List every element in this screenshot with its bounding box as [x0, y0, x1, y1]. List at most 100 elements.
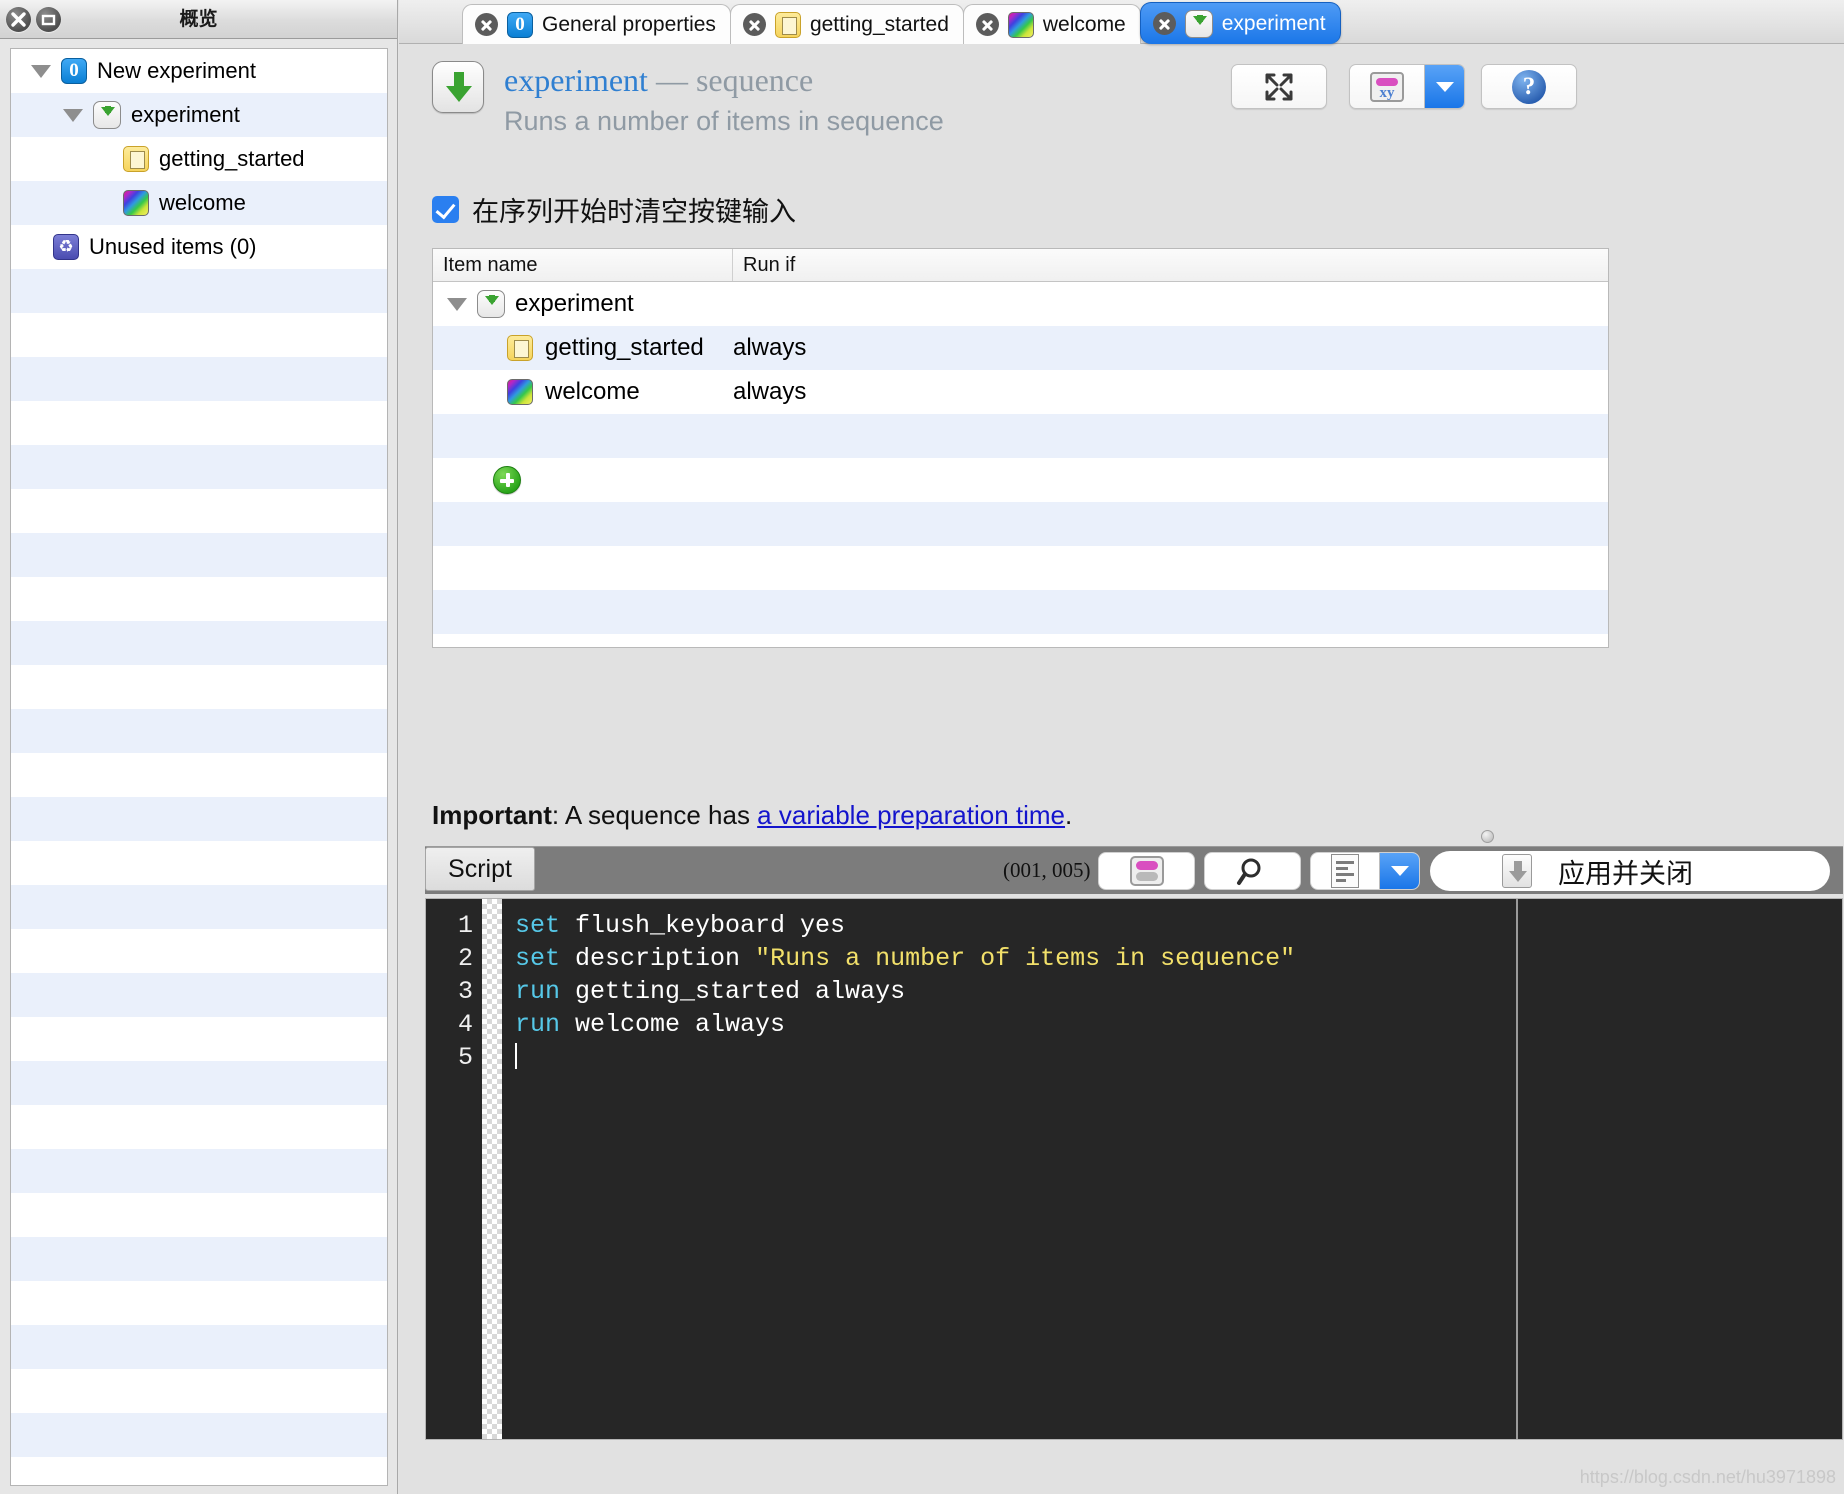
row-run-if: always: [733, 334, 1608, 362]
table-empty-row: [433, 414, 1608, 458]
items-table[interactable]: Item name Run if experiment getting_star…: [432, 248, 1609, 648]
close-icon[interactable]: [976, 13, 999, 36]
add-item-icon[interactable]: [493, 466, 521, 494]
tab-label: welcome: [1043, 13, 1126, 37]
tree-item-unused-items[interactable]: Unused items (0): [11, 225, 387, 269]
code-line: [515, 1041, 1842, 1074]
important-note: Important: A sequence has a variable pre…: [432, 800, 1072, 831]
tab-general-properties[interactable]: 0 General properties: [462, 4, 731, 44]
page-subtitle: Runs a number of items in sequence: [504, 106, 944, 137]
watermark: https://blog.csdn.net/hu3971898: [1580, 1467, 1836, 1488]
tree-item-getting-started[interactable]: getting_started: [11, 137, 387, 181]
important-text: : A sequence has: [552, 800, 757, 830]
row-name: getting_started: [545, 334, 704, 362]
close-icon[interactable]: [6, 7, 31, 32]
table-empty-row: [433, 502, 1608, 546]
tree-item-label: experiment: [131, 102, 240, 128]
page-title: experiment — sequence: [504, 62, 813, 99]
overview-tree[interactable]: 0 New experiment experiment getting_star…: [10, 48, 388, 1486]
tree-empty-row: [11, 1149, 387, 1193]
search-icon: [1235, 853, 1271, 889]
tab-bar: 0 General properties getting_started wel…: [399, 0, 1844, 44]
experiment-icon: 0: [61, 58, 87, 84]
code-line: set flush_keyboard yes: [515, 909, 1842, 942]
tree-empty-row: [11, 753, 387, 797]
tab-script[interactable]: Script: [425, 847, 535, 891]
column-header-item-name[interactable]: Item name: [433, 249, 733, 281]
important-label: Important: [432, 800, 552, 830]
variable-inspector-button[interactable]: xy: [1349, 64, 1465, 109]
tree-item-new-experiment[interactable]: 0 New experiment: [11, 49, 387, 93]
column-header-run-if[interactable]: Run if: [733, 249, 1608, 281]
cursor-coordinates: (001, 005): [1003, 858, 1091, 883]
code-line: set description "Runs a number of items …: [515, 942, 1842, 975]
flush-keyboard-label: 在序列开始时清空按键输入: [472, 190, 796, 229]
tree-empty-row: [11, 1281, 387, 1325]
tab-experiment[interactable]: experiment: [1140, 2, 1341, 44]
search-button[interactable]: [1204, 852, 1301, 890]
table-empty-row: [433, 546, 1608, 590]
tree-empty-row: [11, 1193, 387, 1237]
variable-inspector-icon: xy: [1350, 65, 1424, 108]
fullscreen-button[interactable]: [1231, 64, 1327, 109]
main-area: 0 General properties getting_started wel…: [399, 0, 1844, 1494]
tree-empty-row: [11, 797, 387, 841]
document-menu-icon: [1311, 853, 1379, 889]
text-caret: [515, 1043, 517, 1069]
fold-margin[interactable]: [482, 899, 502, 1439]
rainbow-icon: [1008, 12, 1034, 38]
tree-empty-row: [11, 445, 387, 489]
word-wrap-icon: [1130, 856, 1164, 886]
flush-keyboard-checkbox[interactable]: [432, 196, 459, 223]
line-number: 1: [426, 909, 473, 942]
table-row[interactable]: welcome always: [433, 370, 1608, 414]
apply-and-close-icon: [1502, 854, 1532, 888]
tree-empty-row: [11, 1237, 387, 1281]
tab-getting-started[interactable]: getting_started: [730, 4, 964, 44]
tree-item-label: New experiment: [97, 58, 256, 84]
close-icon[interactable]: [475, 13, 498, 36]
sequence-icon: [93, 101, 121, 129]
line-number: 4: [426, 1008, 473, 1041]
tree-empty-row: [11, 1017, 387, 1061]
fullscreen-icon: [1262, 70, 1296, 104]
chevron-down-icon[interactable]: [31, 65, 51, 78]
code-content[interactable]: set flush_keyboard yesset description "R…: [502, 909, 1842, 1439]
flush-keyboard-row[interactable]: 在序列开始时清空按键输入: [399, 190, 1844, 229]
tab-welcome[interactable]: welcome: [963, 4, 1141, 44]
experiment-icon: 0: [507, 12, 533, 38]
tree-empty-row: [11, 1413, 387, 1457]
add-item-row[interactable]: [433, 458, 1608, 502]
tree-empty-row: [11, 621, 387, 665]
trash-icon: [53, 234, 79, 260]
rainbow-icon: [123, 190, 149, 216]
close-icon[interactable]: [743, 13, 766, 36]
tree-empty-row: [11, 841, 387, 885]
line-number: 2: [426, 942, 473, 975]
undock-icon[interactable]: [36, 7, 61, 32]
chevron-down-icon[interactable]: [63, 109, 83, 122]
editor-menu-button[interactable]: [1310, 852, 1420, 890]
line-number: 5: [426, 1041, 473, 1074]
close-icon[interactable]: [1153, 12, 1176, 35]
word-wrap-button[interactable]: [1098, 852, 1195, 890]
chevron-down-icon[interactable]: [447, 298, 467, 311]
tree-item-experiment[interactable]: experiment: [11, 93, 387, 137]
tree-empty-row: [11, 1105, 387, 1149]
splitter-grip[interactable]: [1481, 830, 1494, 843]
table-row[interactable]: getting_started always: [433, 326, 1608, 370]
tree-item-label: Unused items (0): [89, 234, 257, 260]
tree-empty-row: [11, 929, 387, 973]
tree-item-welcome[interactable]: welcome: [11, 181, 387, 225]
sketchpad-icon: [123, 146, 149, 172]
help-button[interactable]: ?: [1481, 64, 1577, 109]
apply-and-close-button[interactable]: 应用并关闭: [1430, 851, 1830, 891]
chevron-down-icon[interactable]: [1424, 65, 1464, 108]
table-empty-row: [433, 590, 1608, 634]
line-number: 3: [426, 975, 473, 1008]
chevron-down-icon[interactable]: [1379, 853, 1419, 889]
table-row[interactable]: experiment: [433, 282, 1608, 326]
tree-empty-row: [11, 1369, 387, 1413]
variable-preparation-time-link[interactable]: a variable preparation time: [757, 800, 1065, 830]
script-editor[interactable]: 1 2 3 4 5 set flush_keyboard yesset desc…: [425, 898, 1843, 1440]
